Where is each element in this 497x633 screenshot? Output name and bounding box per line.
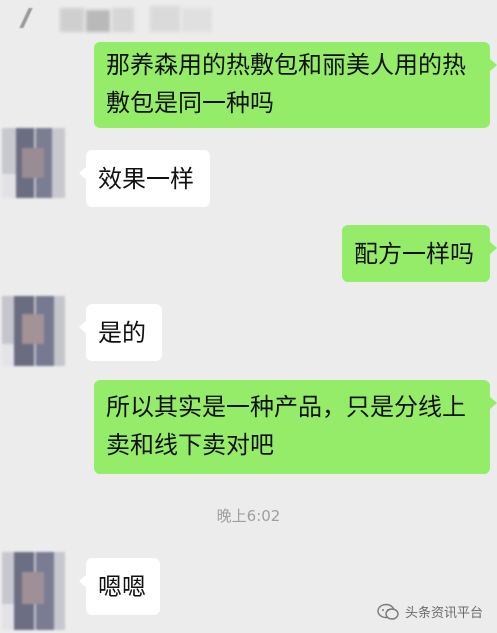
contact-name-blur	[150, 6, 180, 32]
incoming-message[interactable]: 是的	[79, 304, 162, 361]
outgoing-message[interactable]: 配方一样吗	[342, 225, 497, 282]
watermark-text: 头条资讯平台	[404, 606, 483, 621]
outgoing-message[interactable]: 那养森用的热敷包和丽美人用的热敷包是同一种吗	[94, 42, 497, 128]
contact-name-blur	[182, 8, 212, 32]
avatar[interactable]	[2, 296, 65, 366]
chat-bubble-icon	[377, 603, 399, 620]
contact-name-blur	[60, 8, 84, 32]
incoming-message[interactable]: 效果一样	[79, 150, 210, 207]
avatar[interactable]	[2, 128, 65, 198]
back-icon[interactable]	[19, 8, 33, 28]
contact-name-blur	[86, 10, 110, 32]
contact-name-blur	[112, 8, 134, 32]
timestamp: 晚上6:02	[216, 507, 281, 525]
avatar[interactable]	[2, 552, 65, 630]
incoming-message[interactable]: 嗯嗯	[79, 558, 160, 615]
watermark: 头条资讯平台	[377, 602, 483, 621]
outgoing-message[interactable]: 所以其实是一种产品，只是分线上卖和线下卖对吧	[94, 380, 497, 474]
chat-header	[0, 0, 497, 42]
